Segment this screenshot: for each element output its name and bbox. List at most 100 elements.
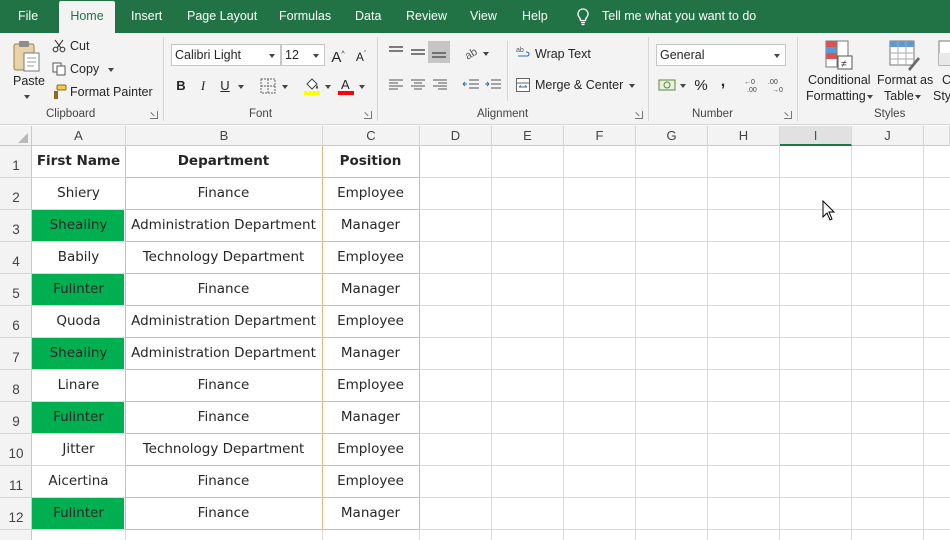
cell-c12[interactable]: Manager [322,498,419,529]
cell-b1[interactable]: Department [125,146,322,177]
column-header-j[interactable]: J [852,126,924,146]
cell-c2[interactable]: Employee [322,178,419,209]
align-middle-icon[interactable] [410,45,426,59]
orientation-dropdown-icon[interactable] [483,52,489,56]
cell-a8[interactable]: Linare [32,370,125,401]
align-right-icon[interactable] [432,78,448,92]
row-header[interactable]: 2 [0,178,32,210]
select-all-button[interactable] [0,126,32,146]
font-size-select[interactable]: 12 [281,44,325,66]
borders-icon[interactable] [260,78,276,94]
format-as-table-line1[interactable]: Format as [877,73,933,87]
cell-styles-line2[interactable]: Sty [933,89,950,103]
cell-c7[interactable]: Manager [322,338,419,369]
format-as-table-dropdown-icon[interactable] [915,95,921,99]
underline-dropdown-icon[interactable] [238,85,244,89]
column-header-i[interactable]: I [780,126,852,146]
font-launcher-icon[interactable] [364,111,372,119]
row-header[interactable]: 4 [0,242,32,274]
column-header-a[interactable]: A [32,126,126,146]
tab-page-layout[interactable]: Page Layout [187,0,257,33]
align-top-icon[interactable] [388,45,404,59]
column-header-h[interactable]: H [708,126,780,146]
cell-a11[interactable]: Aicertina [32,466,125,497]
number-launcher-icon[interactable] [784,111,792,119]
cell-a4[interactable]: Babily [32,242,125,273]
lightbulb-icon[interactable] [576,8,590,26]
cut-button[interactable]: Cut [70,39,89,53]
alignment-launcher-icon[interactable] [635,111,643,119]
tab-review[interactable]: Review [406,0,447,33]
tab-view[interactable]: View [470,0,497,33]
copy-button[interactable]: Copy [70,62,99,76]
increase-indent-icon[interactable] [484,78,502,92]
cell-a3[interactable]: Shealiny [32,210,125,241]
merge-dropdown-icon[interactable] [629,84,635,88]
cell-b5[interactable]: Finance [125,274,322,305]
cell-c8[interactable]: Employee [322,370,419,401]
column-header-b[interactable]: B [126,126,323,146]
increase-font-size-icon[interactable]: A^ [327,44,349,66]
format-as-table-line2[interactable]: Table [884,89,914,103]
row-header[interactable]: 5 [0,274,32,306]
font-color-dropdown-icon[interactable] [359,85,365,89]
format-painter-button[interactable]: Format Painter [70,85,153,99]
tab-insert[interactable]: Insert [131,0,162,33]
row-header[interactable]: 8 [0,370,32,402]
cell-a6[interactable]: Quoda [32,306,125,337]
cell-a7[interactable]: Shealiny [32,338,125,369]
conditional-formatting-line2[interactable]: Formatting [806,89,866,103]
wrap-text-button[interactable]: Wrap Text [535,47,591,61]
orientation-icon[interactable]: ab [463,44,481,60]
column-header-e[interactable]: E [492,126,564,146]
row-header[interactable]: 12 [0,498,32,530]
accounting-format-icon[interactable] [658,77,676,93]
cell-a12[interactable]: Fulinter [32,498,125,529]
decrease-decimal-icon[interactable]: .00 →0 [768,77,786,93]
accounting-dropdown-icon[interactable] [680,84,686,88]
align-bottom-button[interactable] [428,41,450,63]
column-header-d[interactable]: D [420,126,492,146]
cell-c6[interactable]: Employee [322,306,419,337]
tab-home[interactable]: Home [59,1,115,33]
conditional-formatting-line1[interactable]: Conditional [808,73,871,87]
cell-a1[interactable]: First Name [32,146,125,177]
underline-button[interactable]: U [214,75,236,97]
row-header[interactable]: 6 [0,306,32,338]
decrease-indent-icon[interactable] [462,78,480,92]
cell-c4[interactable]: Employee [322,242,419,273]
worksheet-grid[interactable]: First Name Department Position Shiery Fi… [32,146,950,540]
italic-button[interactable]: I [192,75,214,97]
number-format-select[interactable]: General [656,44,786,66]
cell-a9[interactable]: Fulinter [32,402,125,433]
cell-c3[interactable]: Manager [322,210,419,241]
bold-button[interactable]: B [170,75,192,97]
copy-dropdown-icon[interactable] [108,68,114,72]
tab-formulas[interactable]: Formulas [279,0,331,33]
cell-c9[interactable]: Manager [322,402,419,433]
column-header-c[interactable]: C [323,126,420,146]
cell-c11[interactable]: Employee [322,466,419,497]
font-color-icon[interactable]: A [338,76,354,96]
cell-b6[interactable]: Administration Department [125,306,322,337]
tell-me-search[interactable]: Tell me what you want to do [602,0,756,33]
cell-c5[interactable]: Manager [322,274,419,305]
cell-b8[interactable]: Finance [125,370,322,401]
paste-dropdown-icon[interactable] [24,95,30,99]
cell-styles-line1[interactable]: C [942,73,950,87]
tab-file[interactable]: File [18,0,38,33]
comma-button[interactable]: , [712,71,734,93]
cell-a10[interactable]: Jitter [32,434,125,465]
paste-button[interactable]: Paste [13,74,45,88]
column-header-f[interactable]: F [564,126,636,146]
align-left-icon[interactable] [388,78,404,92]
cell-b2[interactable]: Finance [125,178,322,209]
fill-color-icon[interactable] [303,76,321,96]
align-center-icon[interactable] [410,78,426,92]
tab-help[interactable]: Help [522,0,548,33]
cell-b9[interactable]: Finance [125,402,322,433]
cell-c1[interactable]: Position [322,146,419,177]
conditional-formatting-dropdown-icon[interactable] [867,95,873,99]
row-header[interactable]: 11 [0,466,32,498]
paste-icon[interactable] [12,39,42,73]
